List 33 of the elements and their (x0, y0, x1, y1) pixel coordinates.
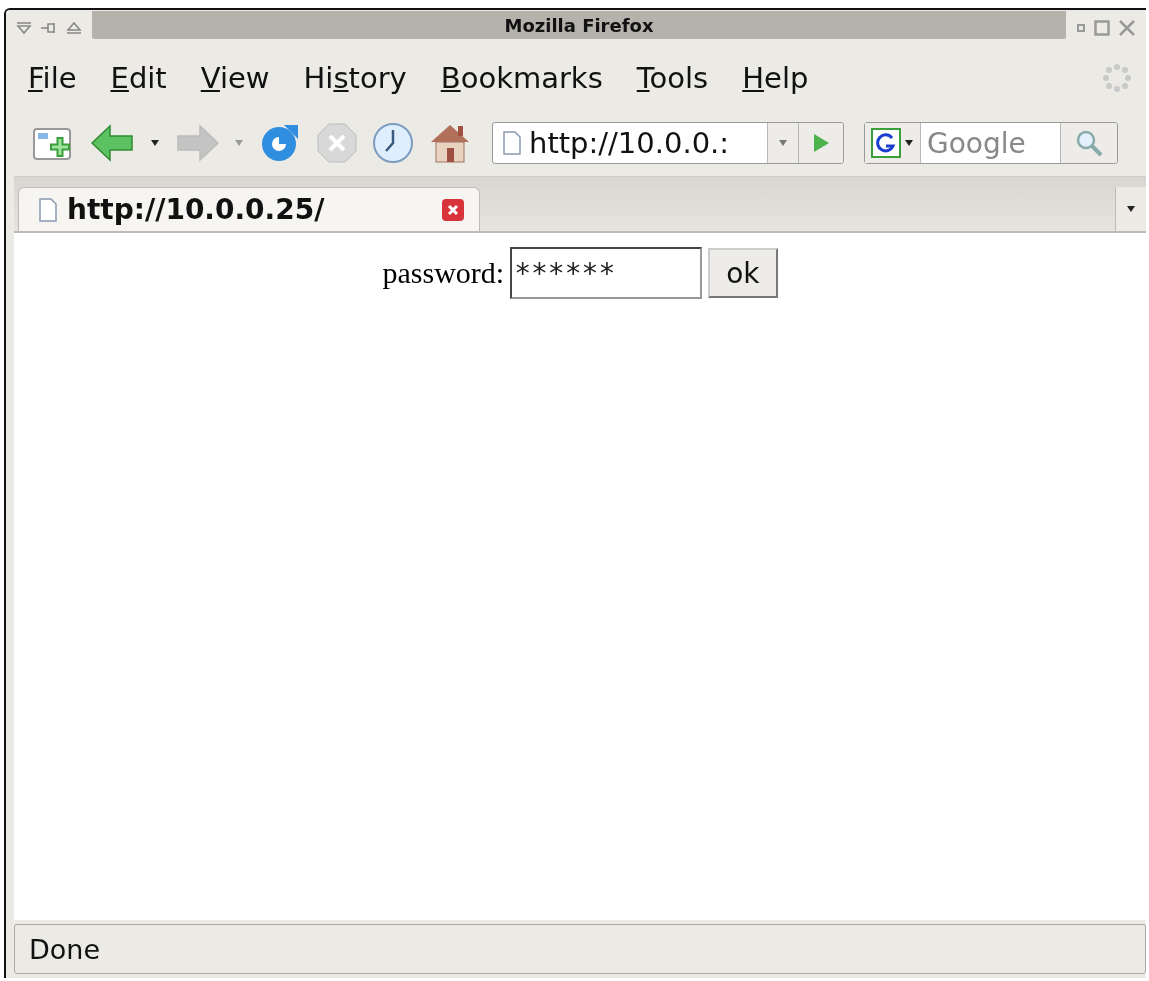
eject-icon[interactable] (66, 21, 82, 35)
window-title: Mozilla Firefox (92, 11, 1066, 39)
maximize-icon[interactable] (1094, 20, 1110, 36)
back-arrow-icon[interactable] (90, 123, 136, 163)
clock-icon[interactable] (372, 122, 414, 164)
dropdown-arrow-icon[interactable] (904, 139, 914, 147)
address-bar[interactable]: http://10.0.0.: (492, 122, 844, 164)
search-engine-icon[interactable] (871, 128, 901, 158)
ok-button[interactable]: ok (708, 248, 778, 298)
menu-item[interactable]: Edit (110, 61, 167, 95)
search-icon[interactable] (1075, 129, 1103, 157)
dropdown-arrow-icon[interactable] (150, 139, 160, 147)
tab-list-arrow-icon[interactable] (1126, 205, 1136, 213)
menu-item[interactable]: Help (742, 61, 809, 95)
shade-icon[interactable] (16, 21, 32, 35)
menu-item[interactable]: File (28, 61, 77, 95)
menu-item[interactable]: Tools (636, 61, 709, 95)
go-arrow-icon[interactable] (812, 133, 830, 153)
page-icon (39, 197, 57, 222)
menu-item[interactable]: View (200, 61, 270, 95)
throbber-icon (1102, 63, 1132, 93)
status-bar: Done (14, 924, 1146, 974)
search-field[interactable]: Google (864, 122, 1118, 164)
close-tab-icon[interactable] (441, 197, 465, 222)
menu-item[interactable]: Bookmarks (440, 61, 603, 95)
browser-tab[interactable]: http://10.0.0.25/ (18, 187, 480, 231)
close-icon[interactable] (1118, 19, 1136, 37)
menu-item[interactable]: History (303, 61, 407, 95)
page-icon (503, 131, 521, 155)
pin-icon[interactable] (40, 22, 58, 34)
password-label: password: (382, 256, 505, 290)
password-field[interactable]: ****** (510, 247, 703, 299)
minimize-icon[interactable] (1076, 23, 1086, 33)
